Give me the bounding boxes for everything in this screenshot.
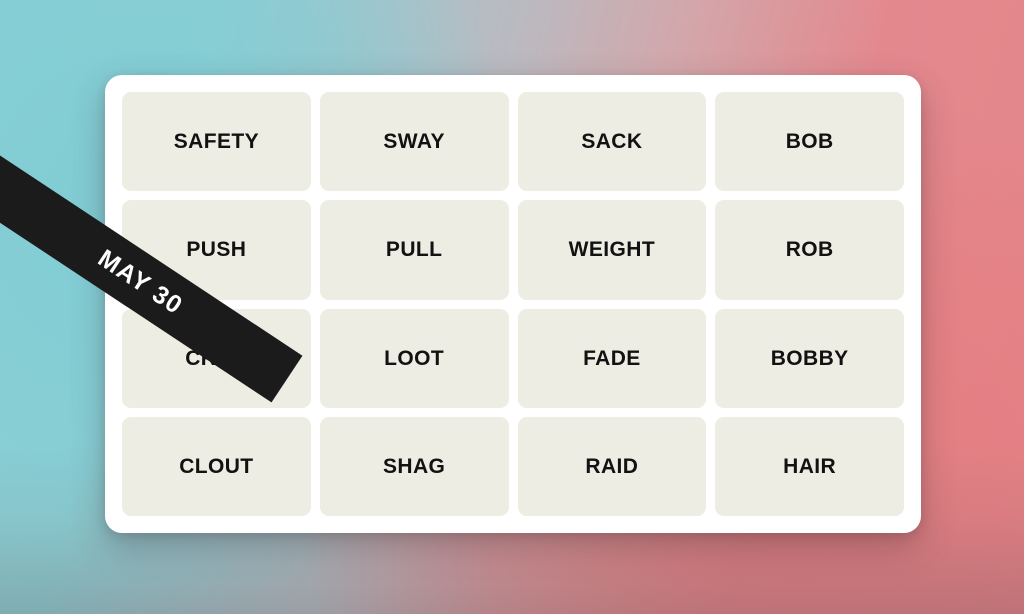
puzzle-tile-grid: SAFETYSWAYSACKBOBPUSHPULLWEIGHTROBCROPLO… [122,92,904,516]
puzzle-tile[interactable]: BOBBY [715,308,904,408]
puzzle-tile-label: RAID [585,454,639,478]
puzzle-tile[interactable]: HAIR [715,416,904,516]
background-stage: SAFETYSWAYSACKBOBPUSHPULLWEIGHTROBCROPLO… [0,0,1024,614]
puzzle-tile[interactable]: RAID [517,416,707,516]
puzzle-tile[interactable]: SHAG [319,416,509,516]
puzzle-tile[interactable]: FADE [517,308,707,408]
puzzle-tile[interactable]: SACK [517,92,707,192]
puzzle-tile-label: BOBBY [770,346,849,370]
puzzle-tile-label: SWAY [383,130,445,154]
puzzle-tile[interactable]: PULL [319,200,509,300]
puzzle-tile-label: PULL [385,238,443,262]
puzzle-tile-label: SACK [581,130,643,154]
puzzle-tile-label: SAFETY [173,130,259,154]
puzzle-tile[interactable]: WEIGHT [517,200,707,300]
puzzle-tile-label: WEIGHT [568,238,656,262]
puzzle-tile-label: SHAG [382,454,446,478]
puzzle-tile[interactable]: LOOT [319,308,509,408]
puzzle-tile-label: HAIR [783,454,837,478]
puzzle-tile[interactable]: SAFETY [122,92,311,192]
puzzle-tile[interactable]: BOB [715,92,904,192]
puzzle-card: SAFETYSWAYSACKBOBPUSHPULLWEIGHTROBCROPLO… [105,75,921,533]
puzzle-tile-label: CLOUT [179,454,254,478]
puzzle-tile-label: BOB [785,130,834,154]
puzzle-tile-label: FADE [583,346,641,370]
puzzle-tile[interactable]: SWAY [319,92,509,192]
puzzle-tile-label: LOOT [384,346,445,370]
puzzle-tile-label: ROB [785,238,834,262]
puzzle-tile[interactable]: ROB [715,200,904,300]
puzzle-tile-label: PUSH [186,238,247,262]
puzzle-tile[interactable]: CLOUT [122,416,311,516]
